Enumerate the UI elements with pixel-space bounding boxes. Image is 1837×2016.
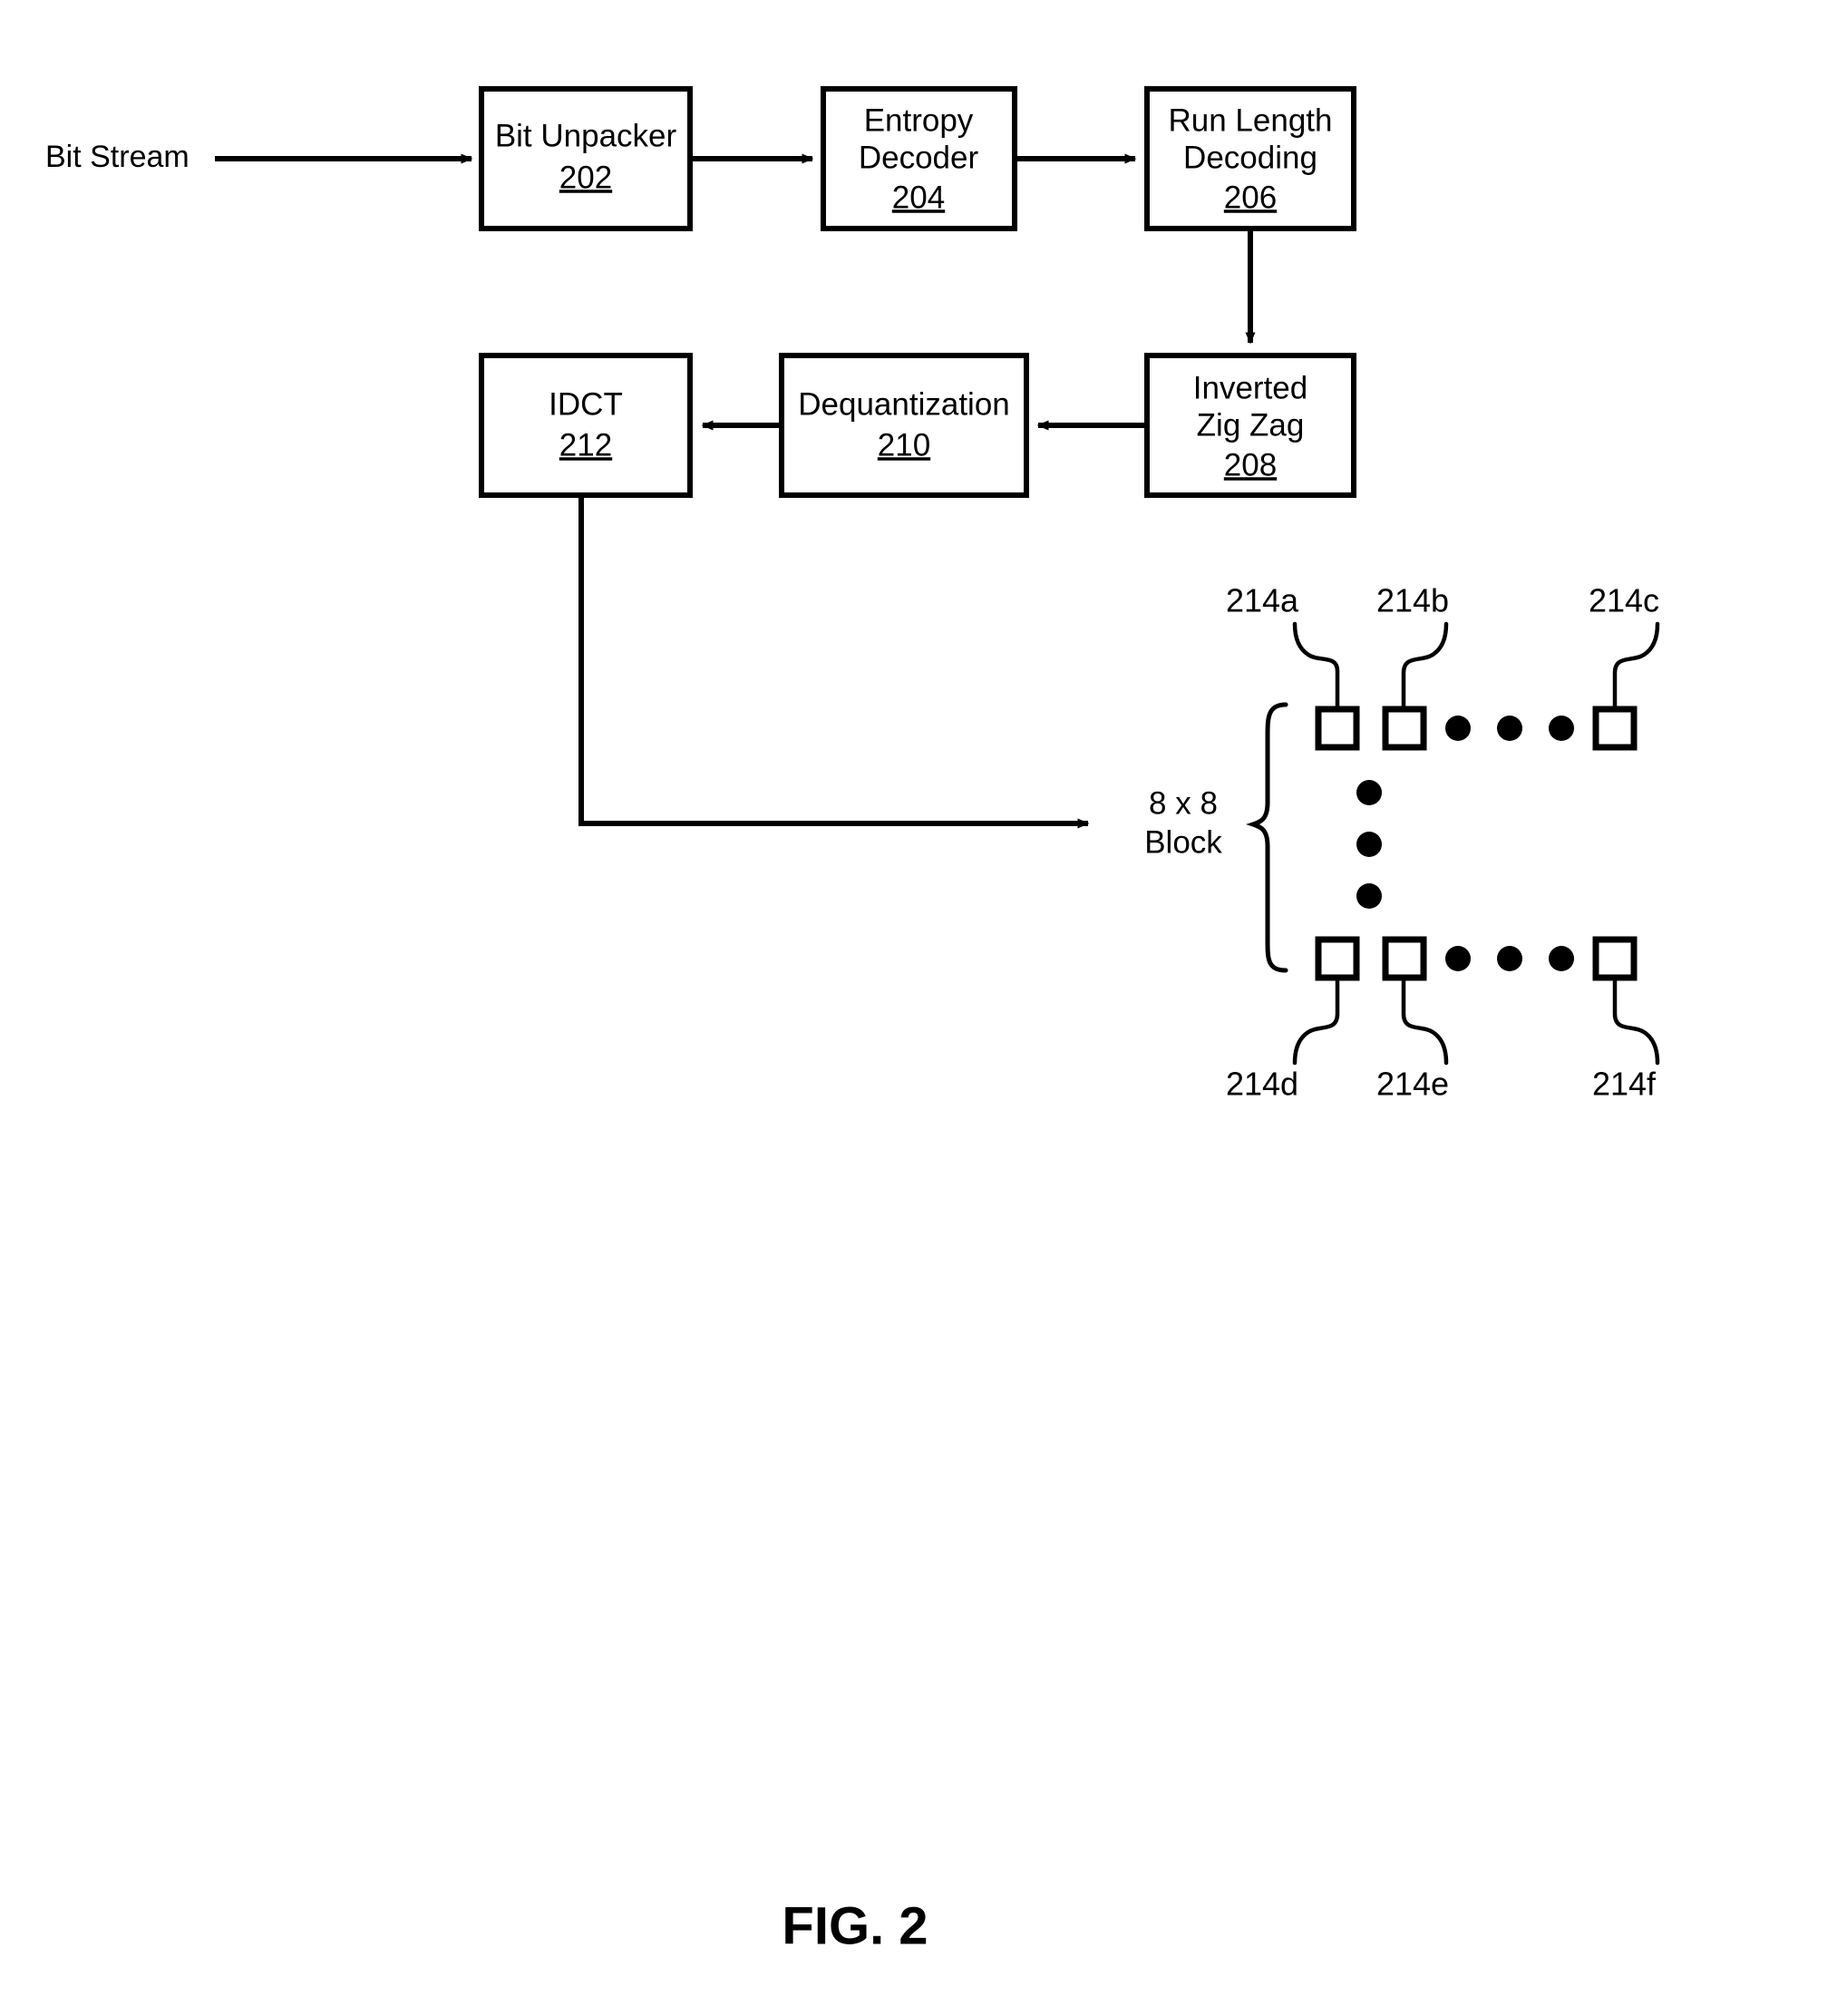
block-idct <box>479 353 693 498</box>
block-cell-214c <box>1592 706 1638 751</box>
block-cell-214a <box>1315 706 1360 751</box>
block-cell-214d <box>1315 936 1360 981</box>
leader-line-214f <box>1612 975 1660 1066</box>
ellipsis-dot-mid-3 <box>1356 883 1382 909</box>
block-bit-unpacker-number: 202 <box>559 160 612 195</box>
patent-figure: Bit Stream Bit Unpacker 202 Entropy Deco… <box>0 0 1837 2016</box>
block-run-length-decoding-label-line1: Run Length <box>1169 102 1333 138</box>
ellipsis-dot-top-1 <box>1445 716 1471 741</box>
reference-label-214c: 214c <box>1589 582 1659 619</box>
reference-label-214b: 214b <box>1376 582 1449 619</box>
reference-label-214e: 214e <box>1376 1066 1449 1103</box>
block-cell-214e <box>1382 936 1427 981</box>
ellipsis-dot-top-3 <box>1549 716 1574 741</box>
leader-line-214d <box>1292 975 1340 1066</box>
block-group-label-line1: 8 x 8 <box>1149 785 1218 821</box>
block-dequantization <box>779 353 1029 498</box>
block-inverted-zig-zag-label-line2: Zig Zag <box>1197 407 1305 443</box>
block-dequantization-label: Dequantization <box>798 386 1010 422</box>
figure-canvas: Bit Stream Bit Unpacker 202 Entropy Deco… <box>45 86 1660 1955</box>
ellipsis-dot-bottom-2 <box>1497 946 1522 971</box>
block-bit-unpacker-label: Bit Unpacker <box>495 118 677 153</box>
block-cell-214f <box>1592 936 1638 981</box>
input-stream-label: Bit Stream <box>45 140 190 174</box>
ellipsis-dot-mid-1 <box>1356 780 1382 805</box>
block-group-brace <box>1246 702 1288 973</box>
reference-label-214d: 214d <box>1226 1066 1298 1103</box>
block-run-length-decoding-number: 206 <box>1224 180 1277 215</box>
block-cell-214b <box>1382 706 1427 751</box>
arrow-idct-to-block <box>578 495 1090 829</box>
ellipsis-dot-mid-2 <box>1356 832 1382 857</box>
block-inverted-zig-zag-label-line1: Inverted <box>1193 370 1307 405</box>
leader-line-214b <box>1401 621 1449 712</box>
block-inverted-zig-zag-number: 208 <box>1224 447 1277 482</box>
block-idct-label: IDCT <box>549 386 623 422</box>
figure-caption: FIG. 2 <box>782 1896 928 1955</box>
block-entropy-decoder-number: 204 <box>892 180 945 215</box>
ellipsis-dot-bottom-1 <box>1445 946 1471 971</box>
block-bit-unpacker <box>479 86 693 231</box>
leader-line-214c <box>1612 621 1660 712</box>
reference-label-214f: 214f <box>1592 1066 1657 1103</box>
block-entropy-decoder-label-line2: Decoder <box>859 140 979 175</box>
leader-line-214e <box>1401 975 1449 1066</box>
block-run-length-decoding-label-line2: Decoding <box>1183 140 1317 175</box>
block-entropy-decoder-label-line1: Entropy <box>864 102 974 138</box>
ellipsis-dot-top-2 <box>1497 716 1522 741</box>
leader-line-214a <box>1292 621 1340 712</box>
ellipsis-dot-bottom-3 <box>1549 946 1574 971</box>
block-group-label-line2: Block <box>1144 824 1222 860</box>
block-idct-number: 212 <box>559 427 612 463</box>
reference-label-214a: 214a <box>1226 582 1299 619</box>
block-dequantization-number: 210 <box>878 427 930 463</box>
